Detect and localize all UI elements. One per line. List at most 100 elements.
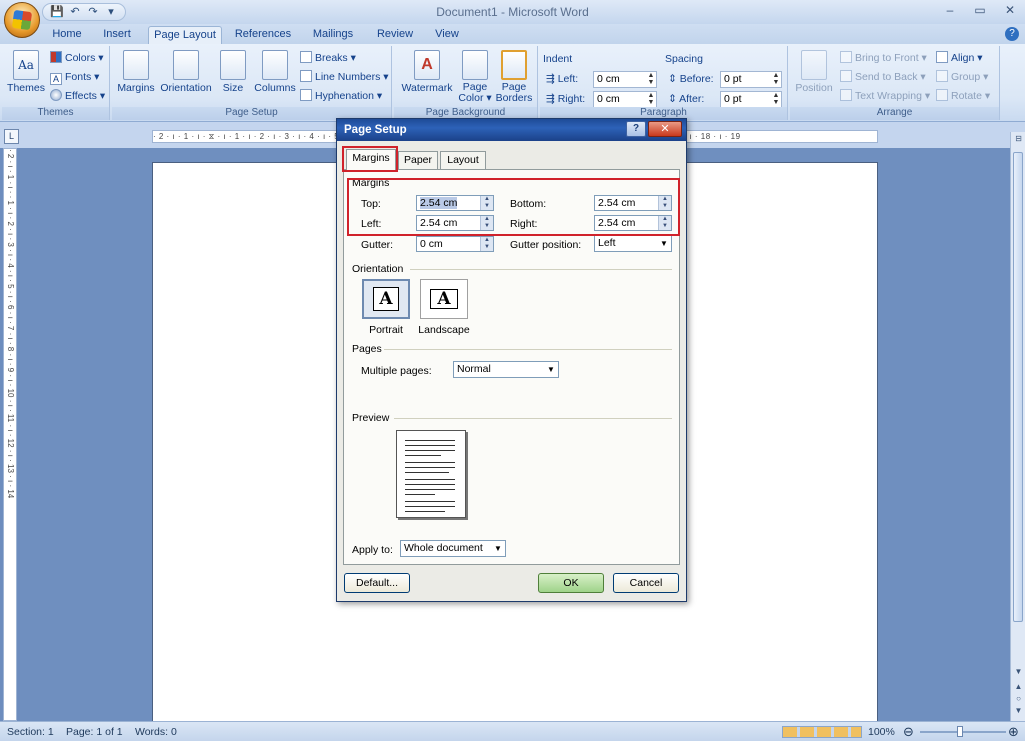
- default-button[interactable]: Default...: [344, 573, 410, 593]
- spacing-before-spinner[interactable]: ▲ ▼: [771, 72, 781, 87]
- zoom-slider[interactable]: [920, 731, 1006, 733]
- portrait-icon: A: [373, 287, 399, 311]
- page-indicator[interactable]: Page: 1 of 1: [66, 726, 123, 738]
- word-count[interactable]: Words: 0: [135, 726, 177, 738]
- tab-insert[interactable]: Insert: [96, 26, 138, 44]
- align-button[interactable]: Align ▾: [936, 50, 983, 67]
- section-indicator[interactable]: Section: 1: [7, 726, 54, 738]
- ribbon: Aa Themes Colors ▾ A Fonts ▾ Effects ▾ Th…: [0, 44, 1025, 122]
- browse-object-icon[interactable]: ○: [1011, 694, 1025, 706]
- dialog-close-icon[interactable]: ✕: [648, 121, 682, 137]
- position-button[interactable]: Position: [794, 50, 834, 94]
- gutter-input[interactable]: 0 cm ▲ ▼: [416, 236, 494, 252]
- help-icon[interactable]: ?: [1005, 27, 1019, 41]
- watermark-button[interactable]: A Watermark: [398, 50, 456, 94]
- fonts-button[interactable]: A Fonts ▾: [50, 69, 99, 86]
- spacing-after-input[interactable]: 0 pt ▲ ▼: [720, 91, 782, 108]
- spacing-before-input[interactable]: 0 pt ▲ ▼: [720, 71, 782, 88]
- bring-to-front-button[interactable]: Bring to Front ▾: [840, 50, 927, 67]
- text-wrapping-button[interactable]: Text Wrapping ▾: [840, 88, 930, 105]
- previous-page-icon[interactable]: ▲: [1011, 682, 1025, 694]
- scrollbar-thumb[interactable]: [1013, 152, 1023, 622]
- multiple-pages-select[interactable]: Normal ▼: [453, 361, 559, 378]
- text-wrapping-icon: [840, 89, 852, 101]
- page-background-group: A Watermark Page Color ▾ Page Borders Page …: [394, 46, 538, 120]
- arrange-group: Position Bring to Front ▾ Send to Back ▾…: [790, 46, 1000, 120]
- indent-right-icon: ⇶: [546, 93, 558, 105]
- orientation-icon: [173, 50, 199, 80]
- tab-view[interactable]: View: [428, 26, 466, 44]
- tab-selector-button[interactable]: L: [4, 129, 19, 144]
- chevron-down-icon: ▼: [547, 365, 555, 374]
- rotate-icon: [936, 89, 948, 101]
- pages-section-heading: Pages: [352, 343, 382, 355]
- effects-button[interactable]: Effects ▾: [50, 88, 105, 105]
- dialog-help-icon[interactable]: ?: [626, 121, 646, 137]
- breaks-button[interactable]: Breaks ▾: [300, 50, 356, 67]
- hyphenation-icon: [300, 89, 312, 101]
- view-buttons[interactable]: [782, 726, 862, 738]
- group-button[interactable]: Group ▾: [936, 69, 988, 86]
- title-bar: 💾 ↶ ↷ ▾ Document1 - Microsoft Word – ▭ ✕: [0, 0, 1025, 38]
- next-page-icon[interactable]: ▼: [1011, 706, 1025, 718]
- page-borders-button[interactable]: Page Borders: [494, 50, 534, 104]
- spacing-after-spinner[interactable]: ▲ ▼: [771, 92, 781, 107]
- tab-references[interactable]: References: [230, 26, 296, 44]
- dialog-tab-layout[interactable]: Layout: [440, 151, 486, 169]
- rotate-button[interactable]: Rotate ▾: [936, 88, 990, 105]
- page-color-button[interactable]: Page Color ▾: [456, 50, 494, 104]
- gutter-position-select[interactable]: Left ▼: [594, 235, 672, 252]
- group-icon: [936, 70, 948, 82]
- zoom-level[interactable]: 100%: [868, 726, 895, 738]
- indent-left-icon: ⇶: [546, 73, 558, 85]
- office-button[interactable]: [4, 2, 40, 38]
- ruler-toggle-icon[interactable]: ⊟: [1011, 134, 1025, 146]
- ok-button[interactable]: OK: [538, 573, 604, 593]
- dialog-tab-paper[interactable]: Paper: [398, 151, 438, 169]
- gutter-label: Gutter:: [361, 239, 394, 251]
- line-numbers-icon: [300, 70, 312, 82]
- maximize-button[interactable]: ▭: [965, 0, 995, 20]
- indent-left-spinner[interactable]: ▲ ▼: [646, 72, 656, 87]
- apply-to-select[interactable]: Whole document ▼: [400, 540, 506, 557]
- vertical-ruler[interactable]: · 2 · ı · 1 · ı · · 1 · ı · 2 · ı · 3 · …: [3, 148, 17, 721]
- portrait-button[interactable]: A: [362, 279, 410, 319]
- scroll-down-arrow-icon[interactable]: ▼: [1011, 667, 1025, 679]
- indent-right-spinner[interactable]: ▲ ▼: [646, 92, 656, 107]
- preview-divider: [394, 418, 672, 419]
- columns-button[interactable]: Columns: [252, 50, 298, 94]
- size-button[interactable]: Size: [218, 50, 248, 94]
- minimize-button[interactable]: –: [935, 0, 965, 20]
- orientation-button[interactable]: Orientation: [158, 50, 214, 94]
- landscape-button[interactable]: A: [420, 279, 468, 319]
- themes-button[interactable]: Aa Themes: [6, 50, 46, 94]
- close-button[interactable]: ✕: [995, 0, 1025, 20]
- vertical-scrollbar[interactable]: ⊟ ▼ ▲ ○ ▼: [1010, 132, 1025, 721]
- send-to-back-icon: [840, 70, 852, 82]
- tab-home[interactable]: Home: [46, 26, 88, 44]
- hyphenation-button[interactable]: Hyphenation ▾: [300, 88, 382, 105]
- zoom-out-icon[interactable]: ⊖: [903, 724, 914, 740]
- themes-icon: Aa: [13, 50, 39, 80]
- indent-left-input[interactable]: 0 cm ▲ ▼: [593, 71, 657, 88]
- colors-icon: [50, 51, 62, 63]
- send-to-back-button[interactable]: Send to Back ▾: [840, 69, 926, 86]
- margins-icon: [123, 50, 149, 80]
- tab-mailings[interactable]: Mailings: [304, 26, 362, 44]
- margins-tab-highlight: [342, 146, 398, 172]
- margins-button[interactable]: Margins: [116, 50, 156, 94]
- apply-to-label: Apply to:: [352, 544, 393, 556]
- gutter-spinner[interactable]: ▲ ▼: [480, 237, 493, 251]
- indent-right-input[interactable]: 0 cm ▲ ▼: [593, 91, 657, 108]
- spacing-before-icon: ⇕: [668, 73, 680, 85]
- dialog-title-bar: Page Setup ? ✕: [337, 119, 686, 141]
- line-numbers-button[interactable]: Line Numbers ▾: [300, 69, 389, 86]
- cancel-button[interactable]: Cancel: [613, 573, 679, 593]
- colors-button[interactable]: Colors ▾: [50, 50, 104, 67]
- tab-page-layout[interactable]: Page Layout: [148, 26, 222, 44]
- dialog-title: Page Setup: [344, 124, 407, 136]
- zoom-slider-knob[interactable]: [957, 726, 963, 737]
- page-setup-group: Margins Orientation Size Columns Breaks …: [112, 46, 392, 120]
- tab-review[interactable]: Review: [370, 26, 420, 44]
- zoom-in-icon[interactable]: ⊕: [1008, 724, 1019, 740]
